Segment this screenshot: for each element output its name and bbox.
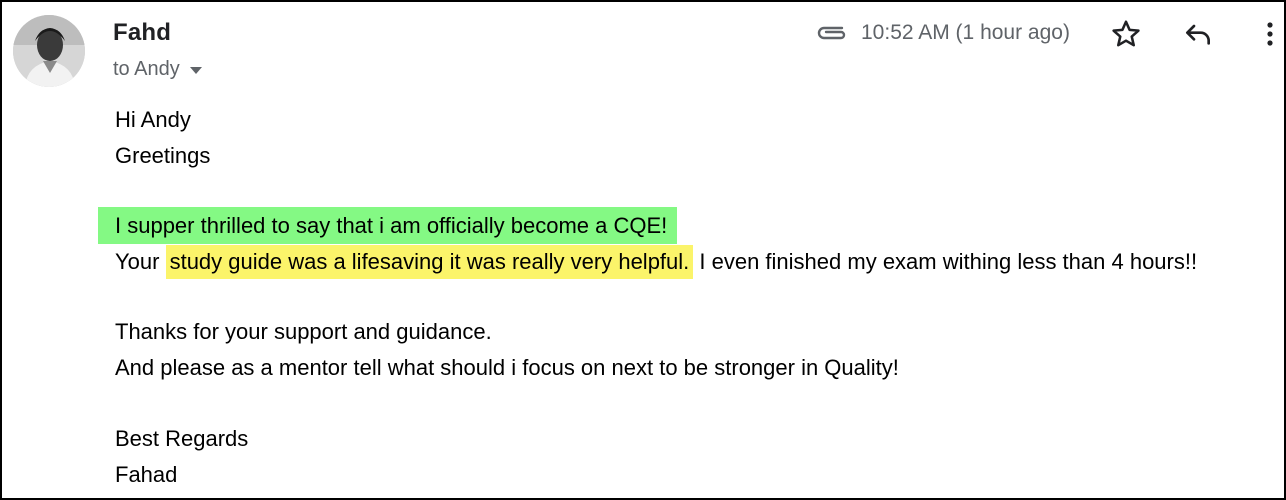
body-thanks: Thanks for your support and guidance. xyxy=(115,319,492,344)
line2-start: Your xyxy=(115,249,166,274)
body-greeting-2: Greetings xyxy=(115,143,211,168)
body-announcement: I supper thrilled to say that i am offic… xyxy=(98,207,678,244)
more-vert-icon xyxy=(1267,22,1273,46)
reply-button[interactable] xyxy=(1180,16,1216,52)
star-icon xyxy=(1112,20,1140,47)
reply-icon xyxy=(1186,24,1210,45)
more-options-button[interactable] xyxy=(1258,16,1282,52)
body-signature: Fahad xyxy=(115,462,178,487)
body-request: And please as a mentor tell what should … xyxy=(115,355,899,380)
highlight-green-text: I supper thrilled to say that i am offic… xyxy=(98,207,678,244)
avatar[interactable] xyxy=(13,15,85,87)
body-signoff: Best Regards xyxy=(115,426,249,451)
timestamp: 10:52 AM (1 hour ago) xyxy=(861,21,1070,44)
star-button[interactable] xyxy=(1108,16,1144,52)
email-message: Fahd to Andy 10:52 AM (1 hour ago) Hi An… xyxy=(0,0,1286,500)
line2-end: I even finished my exam withing less tha… xyxy=(693,249,1198,274)
chevron-down-icon[interactable] xyxy=(189,67,202,74)
avatar-photo xyxy=(13,15,85,87)
recipient-label: to Andy xyxy=(113,58,180,80)
recipient-details-toggle[interactable]: to Andy xyxy=(113,58,202,81)
body-greeting: Hi Andy xyxy=(115,107,191,132)
sender-name[interactable]: Fahd xyxy=(113,19,171,47)
body-study-guide-line: Your study guide was a lifesaving it was… xyxy=(115,245,1198,279)
highlight-yellow-text: study guide was a lifesaving it was real… xyxy=(165,245,694,279)
paperclip-icon xyxy=(817,26,846,40)
